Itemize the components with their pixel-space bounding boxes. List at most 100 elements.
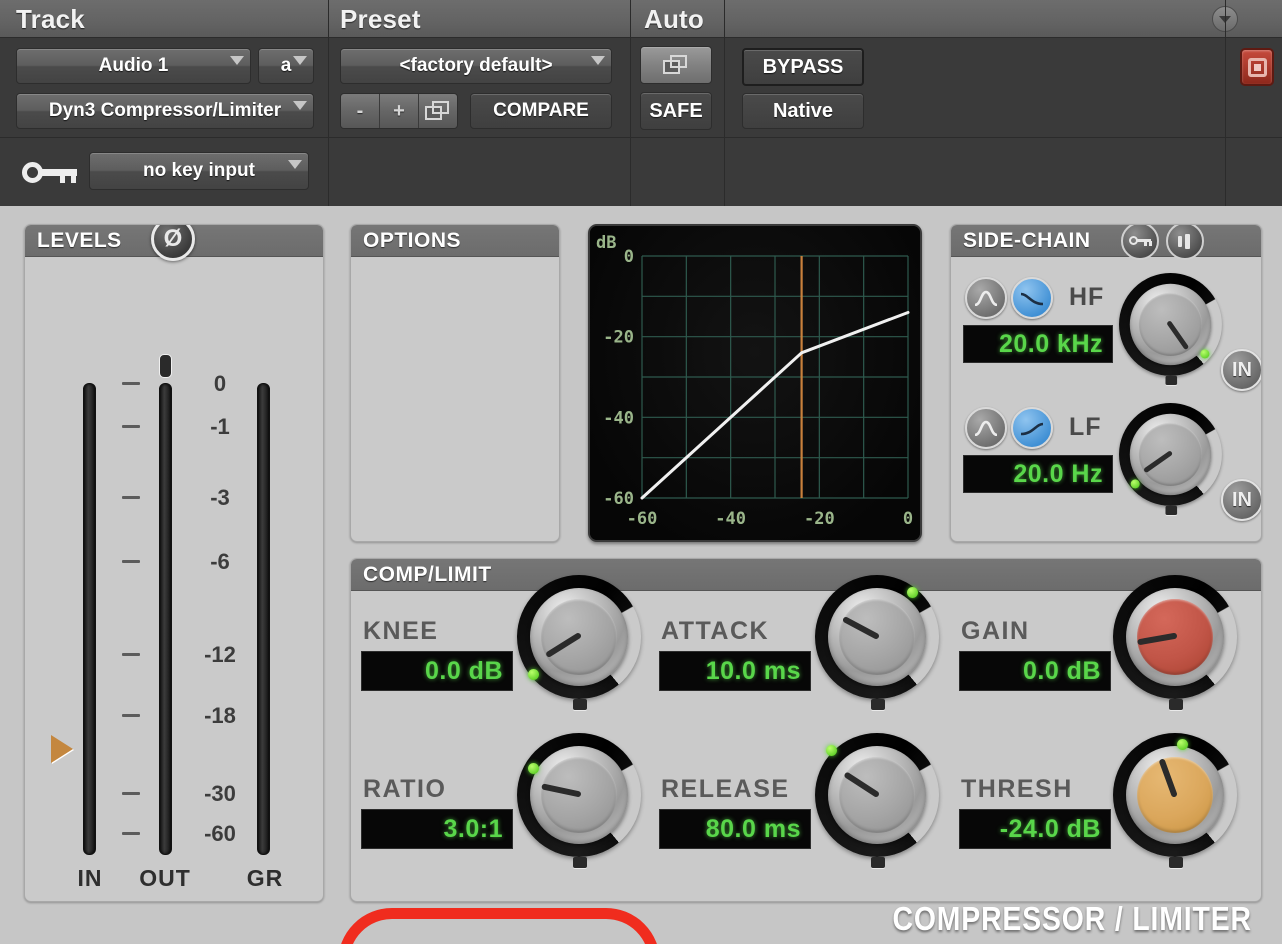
- knob-nub: [1165, 375, 1178, 386]
- key-input-selector-button[interactable]: no key input: [89, 152, 309, 190]
- thresh-value-display[interactable]: -24.0 dB: [959, 809, 1111, 849]
- knob-pointer: [541, 783, 582, 798]
- thresh-label: THRESH: [961, 775, 1073, 803]
- track-selector-button[interactable]: Audio 1: [16, 48, 251, 84]
- levels-title: LEVELS: [37, 228, 122, 252]
- chevron-down-icon: [293, 101, 307, 110]
- bell-curve-icon: [974, 290, 998, 306]
- meter-tick: [122, 792, 140, 795]
- phase-invert-icon: Ø: [163, 225, 183, 252]
- knob-pointer: [545, 631, 583, 659]
- lf-bell-filter-button[interactable]: [965, 407, 1007, 449]
- automation-button[interactable]: [640, 46, 712, 84]
- preset-stepper-group: - +: [340, 93, 458, 129]
- track-ab-selector-button[interactable]: a: [258, 48, 314, 84]
- attack-knob[interactable]: [815, 575, 939, 710]
- lf-in-button[interactable]: IN: [1221, 479, 1261, 521]
- compare-button[interactable]: COMPARE: [470, 93, 612, 129]
- meter-scale-label: -12: [204, 642, 236, 667]
- meter-out-clip-indicator[interactable]: [159, 354, 172, 378]
- safe-label: SAFE: [649, 99, 703, 122]
- header-divider-2: [630, 0, 631, 206]
- meter-in-bar: [83, 383, 96, 855]
- meter-scale-label: -60: [204, 821, 236, 846]
- plugin-body: LEVELS Ø 0 -1 -3 -6 -12 -18 -30 -60 IN O…: [0, 206, 1282, 944]
- gain-value-display[interactable]: 0.0 dB: [959, 651, 1111, 691]
- release-label: RELEASE: [661, 775, 790, 803]
- meter-scale-label: -30: [204, 781, 236, 806]
- knob-nub: [1165, 505, 1178, 516]
- hf-frequency-knob[interactable]: [1119, 273, 1222, 386]
- plugin-selector-button[interactable]: Dyn3 Compressor/Limiter: [16, 93, 314, 129]
- lf-frequency-knob[interactable]: [1119, 403, 1222, 516]
- header-title-bar: [0, 0, 1282, 38]
- gain-reduction-arrow-icon: [51, 735, 73, 763]
- meter-tick: [122, 560, 140, 563]
- sidechain-lf-row: LF 20.0 Hz IN: [951, 393, 1261, 523]
- bypass-button[interactable]: BYPASS: [742, 48, 864, 86]
- knob-nub: [871, 857, 885, 868]
- transfer-curve-display[interactable]: dB 0 -20 -40 -60 -60 -40 -20 0: [588, 224, 922, 542]
- hf-in-button[interactable]: IN: [1221, 349, 1261, 391]
- lf-shelf-filter-button[interactable]: [1011, 407, 1053, 449]
- ratio-highlight-annotation: [338, 908, 660, 944]
- sidechain-panel: SIDE-CHAIN HF 20.0 kHz IN LF 20.0 Hz IN: [950, 224, 1262, 542]
- sidechain-panel-header: SIDE-CHAIN: [951, 225, 1261, 260]
- lf-value-display[interactable]: 20.0 Hz: [963, 455, 1113, 493]
- plugin-enable-button[interactable]: [1240, 48, 1274, 86]
- preset-section-title: Preset: [340, 4, 421, 34]
- graph-x-tick-label: -40: [715, 509, 746, 529]
- ratio-value-display[interactable]: 3.0:1: [361, 809, 513, 849]
- phase-invert-button[interactable]: Ø: [151, 225, 195, 261]
- sidechain-filter-listen-button[interactable]: [1166, 225, 1204, 260]
- knob-nub: [573, 857, 587, 868]
- knob-nub: [1169, 699, 1183, 710]
- automation-safe-button[interactable]: SAFE: [640, 92, 712, 130]
- transfer-curve-svg: dB 0 -20 -40 -60-60 -40 -20 0: [596, 233, 913, 529]
- release-value-display[interactable]: 80.0 ms: [659, 809, 811, 849]
- gain-knob[interactable]: [1113, 575, 1237, 710]
- hf-in-label: IN: [1232, 358, 1252, 381]
- thresh-knob[interactable]: [1113, 733, 1237, 868]
- preset-next-button[interactable]: +: [380, 94, 419, 128]
- hf-shelf-filter-button[interactable]: [1011, 277, 1053, 319]
- graph-x-tick-label: 0: [903, 509, 913, 529]
- attack-value-display[interactable]: 10.0 ms: [659, 651, 811, 691]
- meter-tick: [122, 832, 140, 835]
- preset-selector-button[interactable]: <factory default>: [340, 48, 612, 84]
- knee-knob[interactable]: [517, 575, 641, 710]
- meter-gr-bar: [257, 383, 270, 855]
- key-input-label: no key input: [143, 160, 255, 181]
- graph-y-tick-label: -60: [603, 489, 634, 509]
- native-button[interactable]: Native: [742, 93, 864, 129]
- knee-value-display[interactable]: 0.0 dB: [361, 651, 513, 691]
- lf-label: LF: [1069, 413, 1102, 441]
- sidechain-key-listen-button[interactable]: [1121, 225, 1159, 260]
- meter-in-label: IN: [77, 865, 103, 891]
- options-panel-header: OPTIONS: [351, 225, 559, 257]
- ratio-knob[interactable]: [517, 733, 641, 868]
- track-section-title: Track: [16, 4, 85, 34]
- header-divider-3: [724, 0, 725, 206]
- sidechain-hf-row: HF 20.0 kHz IN: [951, 263, 1261, 393]
- meter-scale-label: -18: [204, 703, 236, 728]
- graph-unit-label: dB: [596, 233, 616, 253]
- header-divider-horizontal: [0, 137, 1282, 138]
- ratio-label: RATIO: [363, 775, 447, 803]
- plugin-window: Track Preset Auto Audio 1 a Dyn3 Compres…: [0, 0, 1282, 944]
- compare-label: COMPARE: [493, 100, 589, 121]
- graph-y-tick-label: 0: [624, 247, 634, 267]
- release-knob[interactable]: [815, 733, 939, 868]
- graph-x-tick-label: -60: [627, 509, 658, 529]
- hf-bell-filter-button[interactable]: [965, 277, 1007, 319]
- sidechain-title: SIDE-CHAIN: [963, 228, 1091, 252]
- preset-librarian-button[interactable]: [419, 94, 457, 128]
- comp-limit-title: COMP/LIMIT: [363, 562, 492, 586]
- transfer-curve-canvas: dB 0 -20 -40 -60 -60 -40 -20 0: [590, 226, 920, 540]
- preset-selector-label: <factory default>: [399, 55, 553, 76]
- meter-out-label: OUT: [139, 865, 191, 891]
- hf-value-display[interactable]: 20.0 kHz: [963, 325, 1113, 363]
- plugin-header: Track Preset Auto Audio 1 a Dyn3 Compres…: [0, 0, 1282, 206]
- preset-prev-button[interactable]: -: [341, 94, 380, 128]
- meter-scale-label: -3: [210, 485, 230, 510]
